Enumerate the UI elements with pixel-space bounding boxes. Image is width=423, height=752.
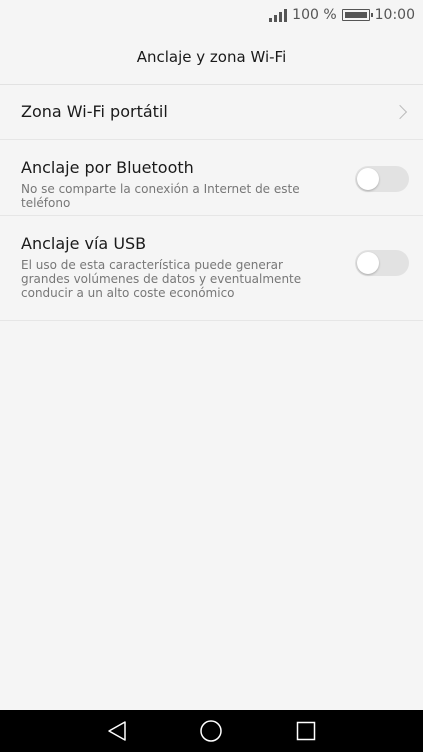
- hotspot-title: Zona Wi-Fi portátil: [21, 102, 168, 121]
- usb-tethering-title: Anclaje vía USB: [21, 234, 147, 253]
- battery-icon: [341, 9, 373, 21]
- hotspot-row[interactable]: Zona Wi-Fi portátil: [0, 85, 423, 140]
- usb-tethering-description: El uso de esta característica puede gene…: [21, 258, 302, 300]
- recents-icon: [296, 721, 316, 741]
- status-bar: 100 % 10:00: [0, 0, 423, 30]
- usb-tethering-toggle[interactable]: [355, 250, 409, 276]
- bluetooth-tethering-title: Anclaje por Bluetooth: [21, 158, 194, 177]
- back-button[interactable]: [97, 711, 137, 751]
- toggle-knob: [357, 168, 379, 190]
- clock: 10:00: [374, 7, 415, 23]
- home-icon: [200, 720, 223, 742]
- settings-list: Zona Wi-Fi portátil Anclaje por Bluetoot…: [0, 85, 423, 321]
- navigation-bar: [0, 710, 423, 752]
- bluetooth-tethering-row[interactable]: Anclaje por Bluetooth No se comparte la …: [0, 140, 423, 216]
- home-button[interactable]: [191, 711, 231, 751]
- page-header: Anclaje y zona Wi-Fi: [0, 30, 423, 85]
- page-title: Anclaje y zona Wi-Fi: [136, 48, 287, 66]
- toggle-knob: [357, 252, 379, 274]
- bluetooth-tethering-toggle[interactable]: [355, 166, 409, 192]
- bluetooth-tethering-description: No se comparte la conexión a Internet de…: [21, 182, 300, 210]
- battery-percent: 100 %: [292, 7, 337, 23]
- recents-button[interactable]: [286, 711, 326, 751]
- back-icon: [108, 721, 126, 741]
- usb-tethering-row[interactable]: Anclaje vía USB El uso de esta caracterí…: [0, 216, 423, 321]
- chevron-right-icon: [392, 104, 408, 120]
- signal-icon: [269, 8, 288, 22]
